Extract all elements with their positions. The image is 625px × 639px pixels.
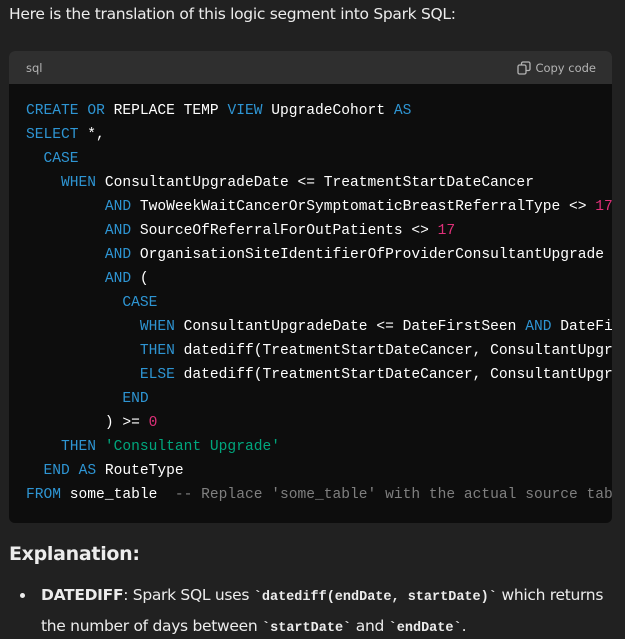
code-text: OrganisationSiteIdentifierOfProviderCons… (131, 247, 612, 263)
code-keyword: AND (104, 271, 132, 287)
code-line: END AS RouteType (26, 459, 612, 483)
code-line: CREATE OR REPLACE TEMP VIEW UpgradeCohor… (26, 99, 612, 123)
inline-code: `endDate` (388, 621, 462, 636)
code-text: REPLACE TEMP (104, 103, 228, 119)
code-line: END (26, 387, 612, 411)
code-content: CREATE OR REPLACE TEMP VIEW UpgradeCohor… (9, 84, 612, 507)
code-keyword: THEN (139, 343, 175, 359)
code-keyword: FROM (26, 487, 62, 503)
code-keyword: AS (78, 463, 97, 479)
code-keyword: CASE (122, 295, 158, 311)
code-keyword: ELSE (139, 367, 175, 383)
copy-code-button[interactable]: Copy code (517, 61, 596, 75)
code-line: CASE (26, 147, 612, 171)
code-string: 'Consultant Upgrade' (104, 439, 280, 455)
code-text: ) >= (26, 415, 149, 431)
code-keyword: SELECT (26, 127, 79, 143)
explanation-list: DATEDIFF: Spark SQL uses `datediff(endDa… (0, 581, 625, 639)
code-line: AND ( (26, 267, 612, 291)
bullet-icon (20, 593, 25, 598)
code-number: 17 (595, 199, 612, 215)
intro-text: Here is the translation of this logic se… (9, 5, 456, 23)
code-line: AND SourceOfReferralForOutPatients <> 17 (26, 219, 612, 243)
code-comment: -- Replace 'some_table' with the actual … (174, 487, 612, 503)
copy-icon (517, 60, 532, 75)
code-line: AND OrganisationSiteIdentifierOfProvider… (26, 243, 612, 267)
code-keyword: CREATE (26, 103, 79, 119)
code-keyword: WHEN (139, 319, 175, 335)
code-line: CASE (26, 291, 612, 315)
code-text: SourceOfReferralForOutPatients <> (131, 223, 438, 239)
code-keyword: THEN (61, 439, 97, 455)
code-keyword: VIEW (227, 103, 263, 119)
code-block-header: sql Copy code (9, 51, 612, 84)
explanation-heading: Explanation: (9, 543, 140, 565)
code-keyword: OR (87, 103, 105, 119)
code-text: UpgradeCohort (262, 103, 394, 119)
code-keyword: END (43, 463, 70, 479)
inline-code: `startDate` (262, 621, 352, 636)
code-text: ( (131, 271, 149, 287)
code-text: TwoWeekWaitCancerOrSymptomaticBreastRefe… (131, 199, 596, 215)
code-text: DateFirst (560, 319, 612, 335)
code-line: ) >= 0 (26, 411, 612, 435)
code-text: some_table (61, 487, 175, 503)
bullet-term: DATEDIFF (41, 586, 124, 604)
code-keyword: CASE (43, 151, 79, 167)
code-text: ConsultantUpgradeDate <= TreatmentStartD… (96, 175, 534, 191)
code-line: WHEN ConsultantUpgradeDate <= DateFirstS… (26, 315, 612, 339)
code-keyword: AND (525, 319, 552, 335)
code-language-label: sql (26, 60, 43, 75)
code-keyword: WHEN (61, 175, 97, 191)
code-keyword: AND (104, 247, 132, 263)
code-text: datediff(TreatmentStartDateCancer, Consu… (174, 343, 612, 359)
code-text: *, (78, 127, 105, 143)
code-line: SELECT *, (26, 123, 612, 147)
code-keyword: AS (393, 103, 412, 119)
code-line: WHEN ConsultantUpgradeDate <= TreatmentS… (26, 171, 612, 195)
bullet-text: . (461, 617, 467, 635)
code-text: RouteType (96, 463, 184, 479)
code-keyword: END (122, 391, 149, 407)
bullet-text: : Spark SQL uses (123, 586, 254, 604)
code-keyword: AND (104, 223, 132, 239)
list-item: DATEDIFF: Spark SQL uses `datediff(endDa… (0, 581, 625, 639)
code-text: datediff(TreatmentStartDateCancer, Consu… (174, 367, 612, 383)
code-line: THEN datediff(TreatmentStartDateCancer, … (26, 339, 612, 363)
code-line: FROM some_table -- Replace 'some_table' … (26, 483, 612, 507)
code-text: ConsultantUpgradeDate <= DateFirstSeen (174, 319, 526, 335)
copy-code-label: Copy code (535, 60, 596, 75)
code-block: sql Copy code CREATE OR REPLACE TEMP VIE… (9, 51, 612, 523)
inline-code: `datediff(endDate, startDate)` (253, 590, 497, 605)
code-number: 0 (148, 415, 158, 431)
code-line: ELSE datediff(TreatmentStartDateCancer, … (26, 363, 612, 387)
code-line: AND TwoWeekWaitCancerOrSymptomaticBreast… (26, 195, 612, 219)
code-keyword: AND (104, 199, 132, 215)
code-line: THEN 'Consultant Upgrade' (26, 435, 612, 459)
code-number: 17 (437, 223, 456, 239)
bullet-text: and (351, 617, 389, 635)
